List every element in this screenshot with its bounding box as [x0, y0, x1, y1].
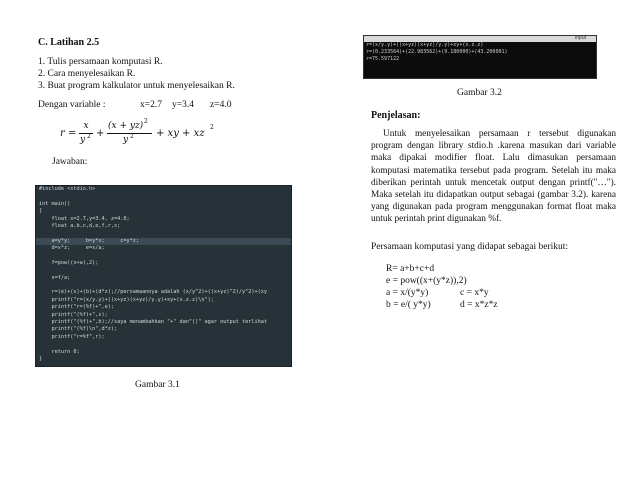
code-line: }	[39, 355, 43, 362]
code-editor-screenshot: #include <stdio.h> int main() { float x=…	[35, 185, 292, 367]
formula-exp: 2	[210, 124, 214, 131]
code-line: printf("(%f)\n",d*z);	[39, 326, 118, 333]
code-line: d=x*z; e=x/a;	[39, 245, 105, 252]
code-line: printf("(%f)+",b);//saya menambahkan "+"…	[39, 319, 267, 326]
formula-frac2-num: (x + yz)	[108, 121, 144, 131]
code-line: int main()	[39, 200, 71, 207]
equation: c = x*y	[460, 288, 489, 298]
figure-caption: Gambar 3.1	[135, 380, 180, 390]
figure-caption: Gambar 3.2	[457, 88, 502, 98]
formula-exp: 2	[130, 133, 134, 140]
computation-intro: Persamaan komputasi yang didapat sebagai…	[371, 242, 569, 252]
code-line: {	[39, 208, 43, 215]
list-item: 1. Tulis persamaan komputasi R.	[38, 57, 163, 67]
code-line: #include <stdio.h>	[39, 186, 96, 192]
formula-tail: + xy + xz	[156, 128, 205, 139]
list-item: 2. Cara menyelesaikan R.	[38, 69, 136, 79]
variable-x: x=2.7	[140, 100, 162, 110]
variable-z: z=4.0	[210, 100, 232, 110]
code-line: printf("r=%f",r);	[39, 333, 105, 340]
code-line: r=(e)+(s)+(b)+(d*z);//persamaannya adala…	[39, 289, 267, 296]
equation: b = e/( y*y)	[386, 300, 431, 310]
task-list: 1. Tulis persamaan komputasi R. 2. Cara …	[38, 56, 235, 92]
formula: r = x y 2 + (x + yz) 2 y 2 + xy + xz 2	[60, 118, 260, 152]
code-line: float x=2.7,y=3.4, z=4.0;	[39, 215, 130, 222]
variable-y: y=3.4	[172, 100, 194, 110]
code-line: printf("(%f)+",s);	[39, 311, 108, 318]
code-line: s=f/a;	[39, 274, 71, 281]
equation: a = x/(y*y)	[386, 288, 429, 298]
formula-frac2-den: y	[123, 135, 129, 145]
formula-exp: 2	[144, 118, 148, 125]
explanation-paragraph: Untuk menyelesaikan persamaan r tersebut…	[371, 128, 616, 226]
list-item: 3. Buat program kalkulator untuk menyele…	[38, 81, 235, 91]
formula-lhs: r =	[60, 128, 77, 139]
equation: e = pow((x+(y*z)),2)	[386, 276, 467, 286]
explanation-heading: Penjelasan:	[371, 110, 421, 121]
code-line: a=y*y; b=y*x; c=y*z;	[36, 237, 291, 246]
console-title: Input	[574, 35, 586, 41]
answer-label: Jawaban:	[52, 157, 88, 167]
console-title-bar: Input	[364, 36, 596, 42]
equation: R= a+b+c+d	[386, 264, 435, 274]
code-line: float a,b,c,d,e,f,r,s;	[39, 222, 121, 229]
formula-plus: +	[96, 128, 105, 139]
console-line: r=75.597122	[366, 56, 400, 62]
code-line: f=pow((x+a),2);	[39, 259, 99, 266]
code-line: printf("r=(x/y.y)+((x+yz)(x+yz)/y.y)+xy+…	[39, 296, 214, 303]
console-line: r=(0.233564)+(22.983562)+(9.180000)+(43.…	[366, 49, 508, 55]
code-line: printf("r=(%f)+",e);	[39, 304, 114, 311]
formula-frac1-den: y	[80, 135, 86, 145]
equation: d = x*z*z	[460, 300, 498, 310]
paragraph-text: Untuk menyelesaikan persamaan r tersebut…	[371, 129, 616, 225]
console-output-screenshot: Input r=(x/y.y)+((x+yz)(x+yz)/y.y)+xy+(x…	[363, 35, 597, 79]
console-line: r=(x/y.y)+((x+yz)(x+yz)/y.y)+xy+(x.z.z)	[366, 42, 484, 48]
section-heading: C. Latihan 2.5	[38, 37, 100, 48]
formula-frac1-num: x	[83, 121, 89, 131]
formula-exp: 2	[87, 133, 91, 140]
variables-label: Dengan variable :	[38, 100, 106, 110]
code-line: return 0;	[39, 348, 80, 355]
